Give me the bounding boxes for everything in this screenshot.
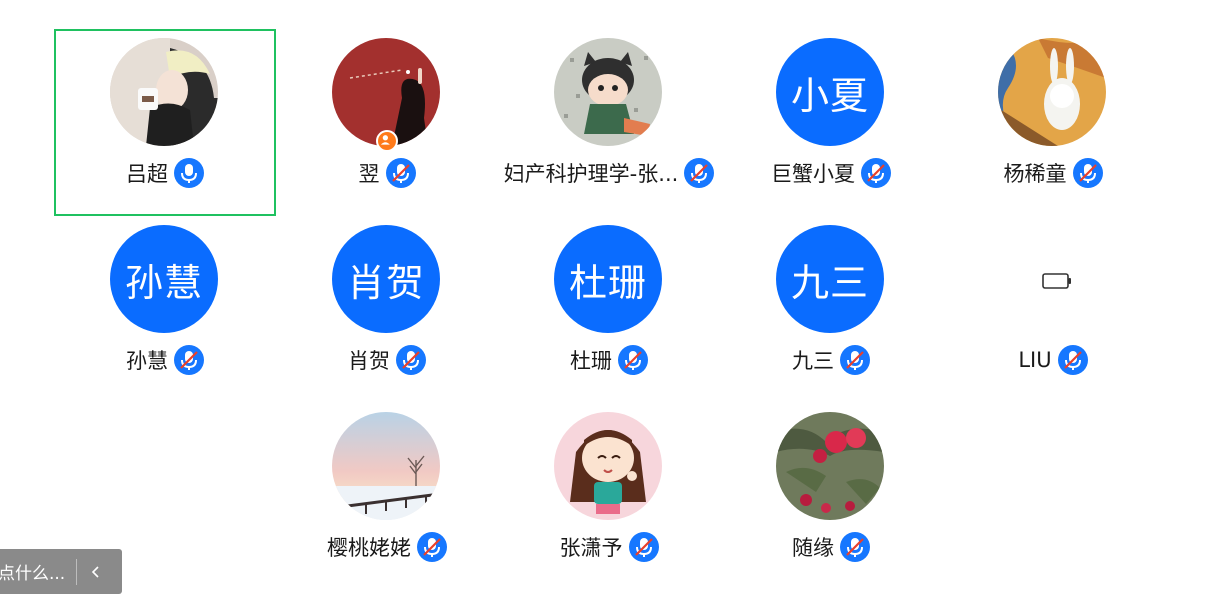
mic-muted-icon[interactable] [174,345,204,375]
participant-name: LIU [1018,348,1052,372]
name-row: 杜珊 [498,345,720,375]
participant-tile[interactable]: 吕超 [54,29,276,216]
participant-tile[interactable]: LIU [942,216,1164,403]
participant-tile[interactable]: 杨稀童 [942,29,1164,216]
participant-tile[interactable]: 小夏 巨蟹小夏 [720,29,942,216]
mic-muted-icon[interactable] [684,158,715,188]
mic-muted-icon[interactable] [417,532,447,562]
battery-icon [1042,272,1072,294]
participant-tile[interactable]: 樱桃姥姥 [276,403,498,590]
participant-name: 随缘 [792,536,834,560]
participant-tile[interactable]: 肖贺 肖贺 [276,216,498,403]
avatar: 杜珊 [554,225,662,333]
participant-tile[interactable]: 妇产科护理学-张... [498,29,720,216]
mic-muted-icon[interactable] [396,345,426,375]
participant-name: 孙慧 [126,349,168,373]
participant-name: 妇产科护理学-张... [503,162,679,186]
participant-tile[interactable]: 张潇予 [498,403,720,590]
participant-name: 杨稀童 [1003,162,1067,186]
name-row: 吕超 [56,158,274,188]
avatar [332,412,440,520]
participant-tile[interactable]: 翌 [276,29,498,216]
avatar: 小夏 [776,38,884,146]
name-row: 杨稀童 [942,158,1164,188]
avatar: 肖贺 [332,225,440,333]
mic-muted-icon[interactable] [1072,158,1103,188]
participant-name: 肖贺 [348,349,390,373]
mic-muted-icon[interactable] [628,532,659,562]
participant-name: 张潇予 [559,536,623,560]
name-row: 九三 [720,345,942,375]
name-row: 肖贺 [276,345,498,375]
mic-on-icon[interactable] [174,158,204,188]
name-row: 妇产科护理学-张... [498,158,720,188]
chat-input-bar[interactable]: 点什么... [0,549,122,594]
participant-tile[interactable]: 杜珊 杜珊 [498,216,720,403]
avatar: 九三 [776,225,884,333]
participant-name: 樱桃姥姥 [327,536,411,560]
participant-tile[interactable]: 九三 九三 [720,216,942,403]
participant-name: 吕超 [126,162,168,186]
name-row: 樱桃姥姥 [276,532,498,562]
mic-muted-icon[interactable] [385,158,416,188]
chevron-left-icon[interactable] [77,549,115,594]
name-row: 张潇予 [498,532,720,562]
name-row: 孙慧 [54,345,276,375]
avatar [110,38,218,146]
host-badge-icon [376,130,398,152]
avatar: 孙慧 [110,225,218,333]
participant-name: 九三 [792,349,834,373]
name-row: LIU [942,345,1164,375]
name-row: 随缘 [720,532,942,562]
participant-name: 杜珊 [570,349,612,373]
avatar [554,412,662,520]
participant-tile[interactable]: 随缘 [720,403,942,590]
participant-name: 翌 [358,162,380,186]
avatar [998,38,1106,146]
avatar [776,412,884,520]
mic-muted-icon[interactable] [861,158,891,188]
name-row: 巨蟹小夏 [720,158,942,188]
mic-muted-icon[interactable] [840,532,870,562]
mic-muted-icon[interactable] [618,345,648,375]
avatar [554,38,662,146]
participant-tile[interactable]: 孙慧 孙慧 [54,216,276,403]
name-row: 翌 [276,158,498,188]
chat-input-placeholder[interactable]: 点什么... [0,559,70,584]
mic-muted-icon[interactable] [840,345,870,375]
participant-grid: 吕超 翌 妇产科护理学-张... 小夏 巨蟹小夏 杨稀童 孙慧 孙慧 肖贺 肖贺… [0,0,1218,596]
participant-name: 巨蟹小夏 [771,162,855,186]
mic-muted-icon[interactable] [1057,345,1088,375]
